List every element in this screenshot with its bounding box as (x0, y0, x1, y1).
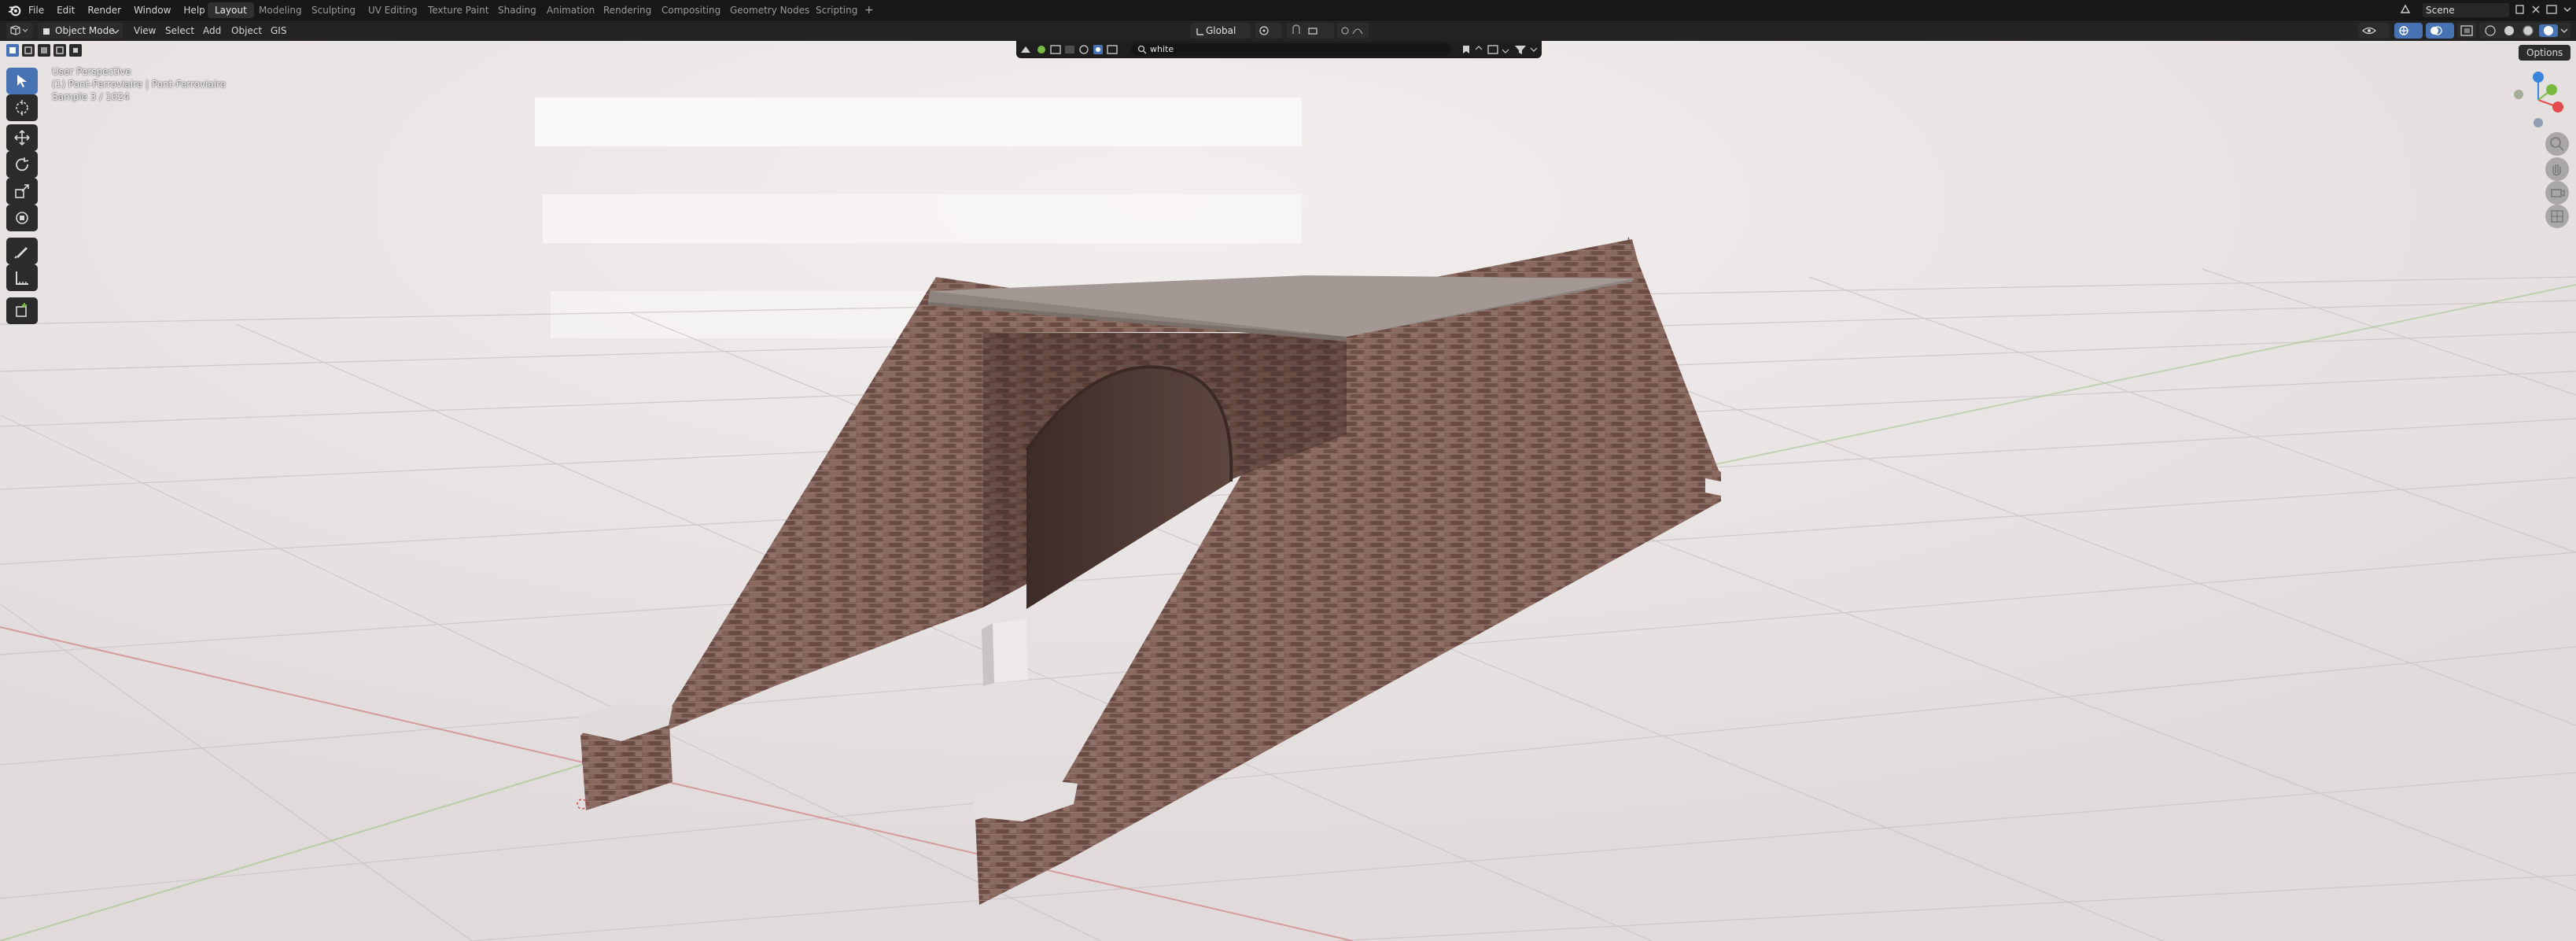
blender-logo-icon[interactable] (8, 3, 22, 17)
render-sample-label: Sample 3 / 1024 (52, 91, 130, 102)
tab-animation[interactable]: Animation (540, 2, 602, 18)
menu-gis[interactable]: GIS (271, 23, 286, 39)
orientation-label: Global (1206, 25, 1236, 36)
mode-label: Object Mode (55, 25, 115, 36)
xray-icon (2460, 25, 2473, 36)
transform-icon (16, 212, 28, 224)
menu-file[interactable]: File (28, 5, 44, 16)
gizmo-icon (2399, 26, 2408, 35)
camera-view-button[interactable] (2545, 181, 2569, 205)
grid-icon (2551, 210, 2563, 223)
menu-window[interactable]: Window (134, 5, 171, 16)
chevron-down-icon (112, 29, 120, 34)
pivot-point-button[interactable] (1255, 23, 1282, 39)
shading-mode-group (2479, 23, 2570, 39)
pivot-icon (1259, 26, 1269, 35)
tab-texture-paint[interactable]: Texture Paint (421, 2, 496, 18)
select-box-icon (17, 75, 27, 87)
measure-icon (16, 271, 28, 285)
copy-scene-icon[interactable] (2514, 3, 2526, 16)
viewport-header: Object Mode View Select Add Object GIS G… (0, 20, 2576, 41)
proportional-icon (1341, 27, 1363, 35)
selection-mode-buttons[interactable] (6, 44, 85, 57)
tab-scripting[interactable]: Scripting (809, 2, 864, 18)
top-bar: File Edit Render Window Help Layout Mode… (0, 0, 2576, 20)
select-visibility-icon (2362, 27, 2376, 35)
tab-modeling[interactable]: Modeling (252, 2, 309, 18)
filter-toggles[interactable] (1019, 43, 1130, 56)
tool-measure[interactable] (6, 264, 38, 291)
view-perspective-label: User Perspective (52, 66, 131, 77)
tab-rendering[interactable]: Rendering (596, 2, 658, 18)
3d-viewport[interactable]: User Perspective (1) Pont-Ferroviaire | … (0, 41, 2576, 941)
editor-type-button[interactable] (6, 23, 33, 39)
tab-compositing[interactable]: Compositing (654, 2, 728, 18)
zoom-icon (2550, 137, 2564, 151)
add-workspace-button[interactable]: + (864, 2, 875, 18)
navigation-gizmo[interactable] (2506, 68, 2570, 132)
3d-viewport-icon (10, 25, 28, 35)
view-layer-icon[interactable] (2545, 3, 2558, 16)
tab-layout[interactable]: Layout (208, 2, 254, 18)
camera-icon (2551, 189, 2565, 197)
main-menu: File Edit Render Window Help (28, 0, 205, 20)
tool-transform[interactable] (6, 205, 38, 231)
menu-help[interactable]: Help (183, 5, 205, 16)
tab-uv-editing[interactable]: UV Editing (361, 2, 425, 18)
snap-icon (1292, 24, 1317, 35)
overlays-toggle-button[interactable] (2426, 23, 2454, 39)
tool-annotate[interactable] (6, 238, 38, 264)
scene-selector[interactable]: Scene (2423, 3, 2509, 17)
orientation-icon (1196, 28, 1203, 35)
filter-options[interactable] (1460, 43, 1539, 56)
tab-sculpting[interactable]: Sculpting (304, 2, 363, 18)
delete-scene-icon[interactable] (2530, 3, 2542, 16)
menu-object[interactable]: Object (231, 23, 262, 39)
menu-view[interactable]: View (134, 23, 156, 39)
search-icon (1137, 45, 1147, 54)
active-object-label: (1) Pont-Ferroviaire | Pont-Ferroviaire (52, 79, 227, 90)
scene-render (0, 41, 2576, 941)
tool-cursor[interactable] (6, 94, 38, 121)
search-input[interactable] (1131, 43, 1450, 56)
zoom-button[interactable] (2545, 132, 2569, 156)
overlays-icon (2430, 26, 2442, 35)
projection-toggle-button[interactable] (2545, 205, 2569, 228)
shading-icons (2485, 24, 2568, 37)
scale-icon (15, 184, 29, 198)
options-label: Options (2526, 47, 2563, 58)
pan-button[interactable] (2545, 157, 2569, 181)
visibility-filter-button[interactable] (2358, 23, 2390, 39)
menu-add[interactable]: Add (203, 23, 221, 39)
xray-toggle-button[interactable] (2457, 23, 2476, 39)
object-mode-icon (43, 28, 50, 35)
move-icon (14, 130, 30, 146)
cursor-icon (16, 100, 28, 116)
options-button[interactable]: Options (2519, 45, 2570, 61)
add-cube-icon (16, 303, 27, 317)
hand-icon (2552, 164, 2561, 176)
proportional-editing-button[interactable] (1337, 23, 1369, 39)
scene-icon[interactable] (2399, 3, 2412, 16)
more-icon[interactable] (2561, 3, 2574, 16)
annotate-icon (14, 247, 28, 259)
gizmo-toggle-button[interactable] (2394, 23, 2423, 39)
tool-move[interactable] (6, 124, 38, 151)
tab-shading[interactable]: Shading (491, 2, 544, 18)
tool-rotate[interactable] (6, 151, 38, 178)
menu-select[interactable]: Select (165, 23, 194, 39)
tool-select-box[interactable] (6, 68, 38, 94)
snapping-button[interactable] (1287, 23, 1334, 39)
mode-select[interactable]: Object Mode (38, 23, 123, 39)
menu-edit[interactable]: Edit (57, 5, 75, 16)
tab-geometry-nodes[interactable]: Geometry Nodes (723, 2, 816, 18)
tool-scale[interactable] (6, 178, 38, 205)
rotate-icon (16, 157, 29, 172)
menu-render[interactable]: Render (87, 5, 121, 16)
tool-add-cube[interactable] (6, 297, 38, 324)
filter-strip (1016, 41, 1542, 58)
